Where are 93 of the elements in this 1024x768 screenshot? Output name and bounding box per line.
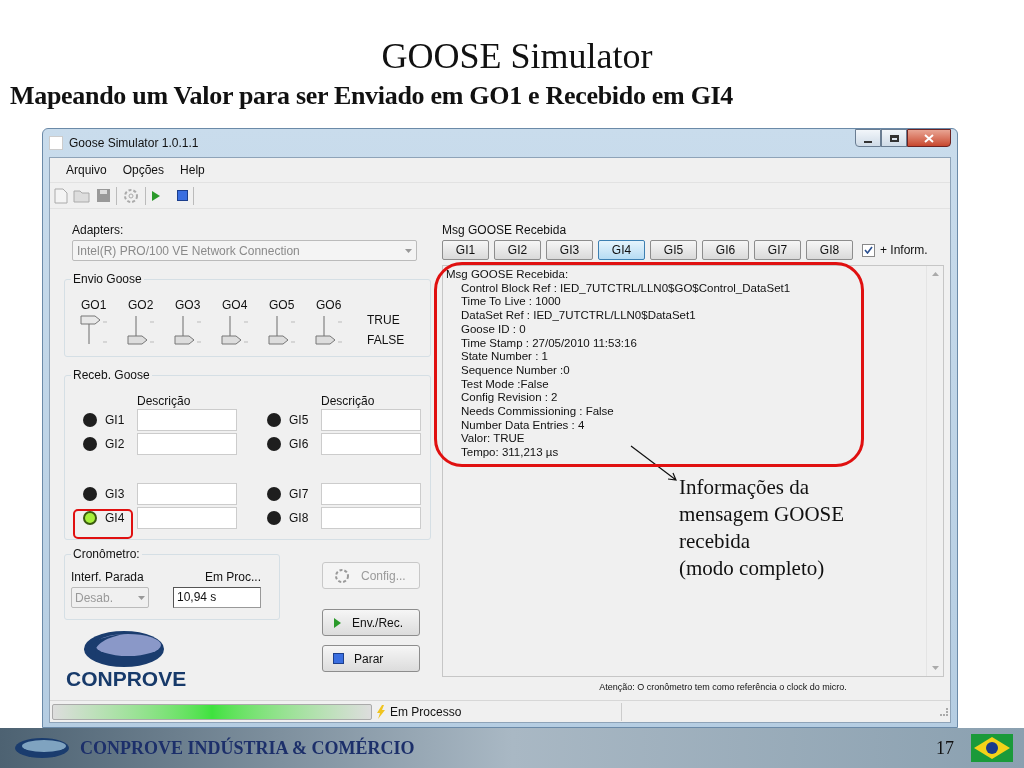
description-field[interactable] [137,507,237,529]
description-field[interactable] [137,483,237,505]
slide-subtitle: Mapeando um Valor para ser Enviado em GO1 e Recebido em GI4 [10,80,734,112]
false-label: FALSE [367,332,405,349]
input-label: GI5 [289,412,310,429]
play-icon [333,616,342,629]
menu-item[interactable]: Help [180,161,205,179]
input-tab[interactable]: GI4 [598,240,645,260]
proc-label: Em Proc... [205,569,261,585]
more-info-checkbox[interactable] [862,243,875,257]
slide-title: GOOSE Simulator [381,35,653,78]
msg-label: Msg GOOSE Recebida [442,223,568,237]
window-title: Goose Simulator 1.0.1.1 [69,135,199,152]
message-line: Tempo: 311,213 µs [460,446,560,460]
close-button[interactable] [907,129,951,147]
interf-label: Interf. Parada [71,569,144,585]
company-name: CONPROVE INDÚSTRIA & COMÉRCIO [80,736,415,760]
message-line: Valor: TRUE [460,432,526,447]
close-icon [924,133,934,143]
true-label: TRUE [367,312,401,329]
input-tab[interactable]: GI3 [546,240,593,260]
switch-label: GO1 [81,298,107,312]
message-line: Number Data Entries : 4 [460,418,586,433]
annotation-text: Informações da mensagem GOOSE recebida (modo completo) [679,473,845,582]
input-label: GI8 [289,510,310,527]
note-text: Atenção: O cronômetro tem como referência o clock do micro. [599,681,847,694]
message-line: Needs Commissioning : False [460,405,615,419]
save-icon[interactable] [96,188,111,203]
column-header: Descrição [137,394,192,408]
more-info-label: + Inform. [880,242,928,259]
input-tab[interactable]: GI2 [494,240,541,260]
dropdown-arrow-icon [405,248,412,253]
input-tab[interactable]: GI6 [702,240,749,260]
flag-icon [970,733,1014,763]
dropdown-arrow-icon [138,595,145,600]
highlight-ring [73,509,133,539]
status-text: Em Processo [390,702,622,721]
description-field[interactable] [321,433,421,455]
gear-icon [333,566,351,585]
folder-icon[interactable] [73,188,91,203]
description-field[interactable] [321,409,421,431]
stop-icon[interactable] [177,190,188,201]
message-line: State Number : 1 [460,350,549,364]
input-label: GI4 [105,510,126,527]
stop-icon [333,653,344,664]
input-tab[interactable]: GI8 [806,240,853,260]
menu-item[interactable]: Arquivo [66,161,107,179]
resize-grip-icon [940,707,948,716]
message-line: Test Mode :False [460,377,550,392]
input-label: GI6 [289,436,310,453]
column-header: Descrição [321,394,376,408]
message-line: Msg GOOSE Recebida: [446,268,570,282]
adapters-label: Adapters: [72,223,125,237]
input-label: GI2 [105,436,126,453]
input-label: GI3 [105,486,126,503]
elapsed-field[interactable]: 10,94 s [173,587,261,608]
scroll-down-icon [931,666,939,670]
description-field[interactable] [321,507,421,529]
action-button[interactable]: Env./Rec. [322,609,420,636]
message-line: DataSet Ref : IED_7UTCTRL/LLN0$DataSet1 [460,309,697,323]
switch-label: GO3 [175,298,201,312]
message-line: Control Block Ref : IED_7UTCTRL/LLN0$GO$Control_DataSet1 [460,281,792,296]
gear-icon[interactable] [122,186,140,205]
input-tab[interactable]: GI1 [442,240,489,260]
description-field[interactable] [137,409,237,431]
message-line: Sequence Number :0 [460,363,571,378]
message-line: Time Stamp : 27/05/2010 11:53:16 [460,336,638,351]
message-text-area[interactable] [442,265,944,677]
play-icon[interactable] [151,189,161,202]
message-line: Config Revision : 2 [460,391,559,406]
menu-item[interactable]: Opções [122,161,165,179]
input-tab[interactable]: GI7 [754,240,801,260]
switch-label: GO2 [128,298,154,312]
switch-label: GO6 [316,298,342,312]
switch-label: GO5 [269,298,295,312]
input-tab[interactable]: GI5 [650,240,697,260]
check-icon [864,246,873,254]
leader-arrow [629,443,679,482]
action-button[interactable]: Parar [322,645,420,672]
logo-text: CONPROVE [66,668,187,690]
new-file-icon[interactable] [54,187,68,204]
page-number: 17 [936,736,954,760]
description-field[interactable] [321,483,421,505]
message-line: Goose ID : 0 [460,322,527,337]
input-label: GI1 [105,412,126,429]
lightning-icon [376,704,386,719]
switch-label: GO4 [222,298,248,312]
message-line: Time To Live : 1000 [460,295,562,310]
scroll-up-icon [931,272,939,276]
description-field[interactable] [137,433,237,455]
minimize-button[interactable] [855,129,881,147]
input-label: GI7 [289,486,310,503]
maximize-button[interactable] [881,129,907,147]
